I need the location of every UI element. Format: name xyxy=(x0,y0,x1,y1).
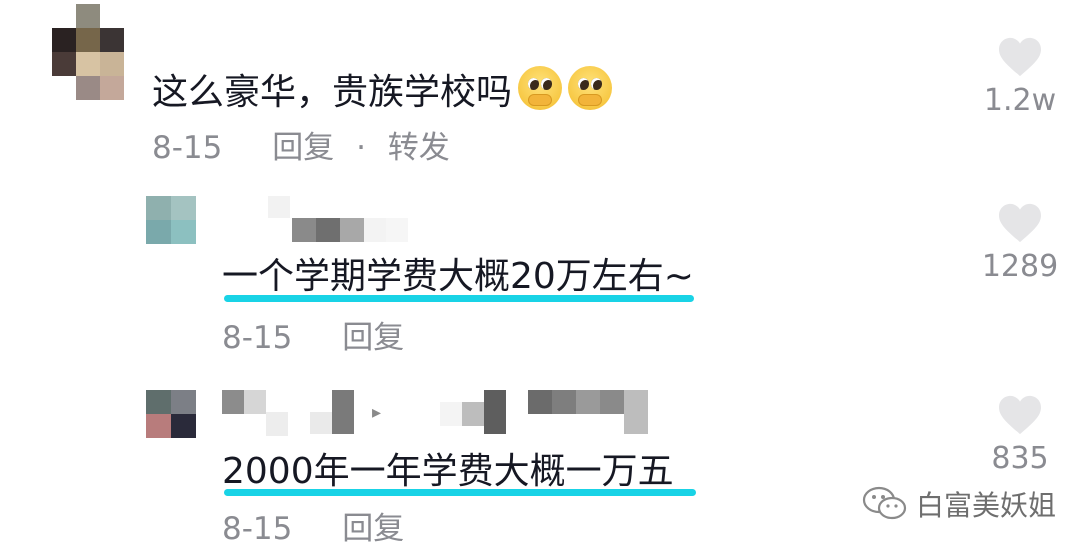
avatar[interactable] xyxy=(146,390,196,438)
separator-dot: · xyxy=(356,130,366,166)
wechat-icon xyxy=(862,486,907,520)
username-blurred[interactable] xyxy=(222,196,314,218)
watermark-text: 白富美妖姐 xyxy=(916,489,1057,522)
pleading-face-icon xyxy=(568,66,613,110)
comment-text-content: 这么豪华，贵族学校吗 xyxy=(152,72,513,113)
reply-meta: 8-15 回复 xyxy=(222,511,404,547)
comment-date: 8-15 xyxy=(152,130,223,166)
like-count: 1289 xyxy=(981,249,1059,284)
reply-date: 8-15 xyxy=(222,320,293,356)
reply-text: 2000年一年学费大概一万五 xyxy=(222,451,674,492)
reply-meta: 8-15 回复 xyxy=(222,320,404,356)
like-count: 1.2w xyxy=(983,83,1057,118)
heart-icon xyxy=(999,37,1041,77)
reply-button[interactable]: 回复 xyxy=(342,320,404,356)
username-blurred[interactable] xyxy=(292,218,408,242)
reply-button[interactable]: 回复 xyxy=(272,130,334,166)
comment-text: 这么豪华，贵族学校吗 xyxy=(152,66,613,115)
like-count: 835 xyxy=(991,441,1049,476)
highlight-underline xyxy=(224,295,694,302)
comment-meta: 8-15 回复 · 转发 xyxy=(152,130,450,166)
heart-icon xyxy=(999,203,1041,243)
reply-date: 8-15 xyxy=(222,511,293,547)
heart-icon xyxy=(999,395,1041,435)
like-button[interactable]: 1289 xyxy=(980,202,1060,284)
pleading-face-icon xyxy=(518,66,563,110)
username-blurred[interactable] xyxy=(440,390,648,434)
reply-button[interactable]: 回复 xyxy=(342,511,404,547)
forward-button[interactable]: 转发 xyxy=(388,130,450,166)
like-button[interactable]: 1.2w xyxy=(980,36,1060,118)
avatar[interactable] xyxy=(52,4,124,100)
highlight-underline xyxy=(224,489,696,496)
username-blurred[interactable] xyxy=(222,390,354,436)
like-button[interactable]: 835 xyxy=(980,394,1060,476)
avatar[interactable] xyxy=(146,196,196,244)
watermark: 白富美妖姐 xyxy=(862,484,1056,524)
reply-text: 一个学期学费大概20万左右~ xyxy=(222,256,694,297)
reply-to-arrow-icon: ▸ xyxy=(372,402,382,423)
